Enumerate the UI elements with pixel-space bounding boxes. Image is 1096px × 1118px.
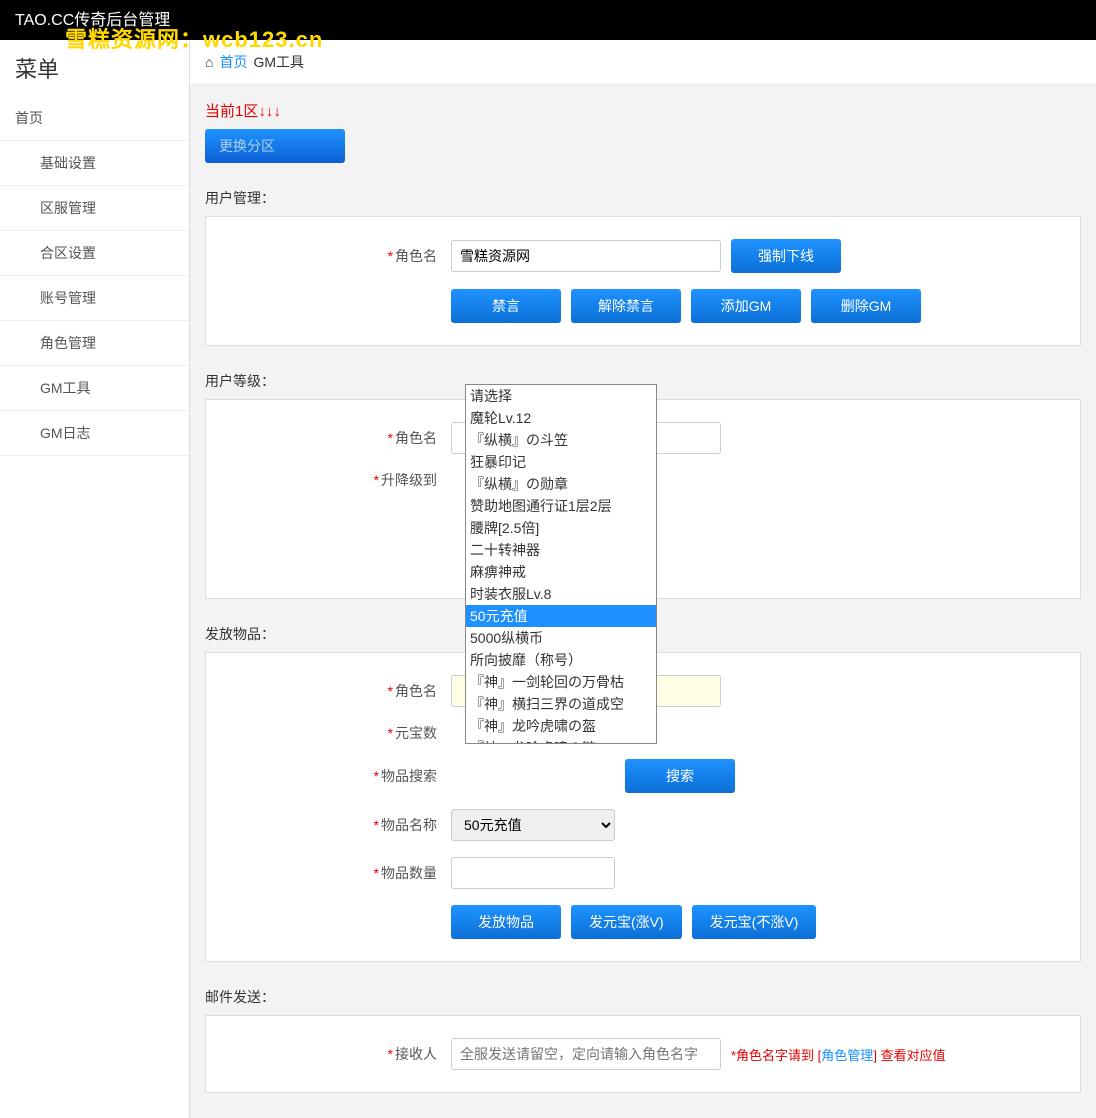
dropdown-option[interactable]: 『神』龙吟虎啸の盔 <box>466 715 656 737</box>
user-mgmt-title: 用户管理： <box>205 188 1081 208</box>
dropdown-option[interactable]: 50元充值 <box>466 605 656 627</box>
dropdown-option[interactable]: 『神』横扫三界の道成空 <box>466 693 656 715</box>
dropdown-option[interactable]: 魔轮Lv.12 <box>466 407 656 429</box>
yuanbao-label: 元宝数 <box>395 725 437 741</box>
main-content: ⌂ 首页 GM工具 当前1区↓↓↓ 更换分区 用户管理： *角色名 强制下线 <box>190 40 1096 1118</box>
role-label: 角色名 <box>395 248 437 264</box>
item-dropdown-list[interactable]: 请选择魔轮Lv.12『纵横』の斗笠狂暴印记『纵横』の勋章赞助地图通行证1层2层腰… <box>465 384 657 744</box>
dropdown-option[interactable]: 赞助地图通行证1层2层 <box>466 495 656 517</box>
del-gm-button[interactable]: 删除GM <box>811 289 921 323</box>
sidebar-menu: 首页基础设置区服管理合区设置账号管理角色管理GM工具GM日志 <box>0 96 189 456</box>
user-mgmt-panel: *角色名 强制下线 禁言 解除禁言 添加GM 删除GM <box>205 216 1081 346</box>
dropdown-option[interactable]: 『神』一剑轮回の万骨枯 <box>466 671 656 693</box>
home-icon: ⌂ <box>205 54 213 70</box>
dropdown-option[interactable]: 时装衣服Lv.8 <box>466 583 656 605</box>
sidebar: 菜单 首页基础设置区服管理合区设置账号管理角色管理GM工具GM日志 <box>0 40 190 1118</box>
role-mgmt-link[interactable]: 角色管理 <box>821 1048 873 1063</box>
sidebar-item[interactable]: 账号管理 <box>0 276 189 321</box>
item-name-label: 物品名称 <box>381 817 437 833</box>
recipient-hint: *角色名字请到 [角色管理] 查看对应值 <box>731 1045 946 1064</box>
dropdown-option[interactable]: 『纵横』の勋章 <box>466 473 656 495</box>
send-role-label: 角色名 <box>395 683 437 699</box>
change-zone-button[interactable]: 更换分区 <box>205 129 345 163</box>
dropdown-option[interactable]: 请选择 <box>466 385 656 407</box>
role-name-input[interactable] <box>451 240 721 272</box>
mail-panel: *接收人 *角色名字请到 [角色管理] 查看对应值 <box>205 1015 1081 1093</box>
item-search-label: 物品搜索 <box>381 768 437 784</box>
dropdown-option[interactable]: 腰牌[2.5倍] <box>466 517 656 539</box>
breadcrumb: ⌂ 首页 GM工具 <box>190 40 1096 85</box>
zone-notice: 当前1区↓↓↓ <box>205 100 1081 121</box>
recipient-label: 接收人 <box>395 1046 437 1062</box>
sidebar-item[interactable]: GM工具 <box>0 366 189 411</box>
send-yuanbao-v-button[interactable]: 发元宝(涨V) <box>571 905 682 939</box>
role-label-2: 角色名 <box>395 430 437 446</box>
send-yuanbao-nov-button[interactable]: 发元宝(不涨V) <box>692 905 817 939</box>
item-qty-label: 物品数量 <box>381 865 437 881</box>
item-qty-input[interactable] <box>451 857 615 889</box>
watermark: 雪糕资源网：wcb123.cn <box>65 22 323 54</box>
dropdown-option[interactable]: 5000纵横币 <box>466 627 656 649</box>
dropdown-option[interactable]: 『神』龙吟虎啸の链 <box>466 737 656 744</box>
sidebar-item[interactable]: 角色管理 <box>0 321 189 366</box>
dropdown-option[interactable]: 二十转神器 <box>466 539 656 561</box>
item-name-select[interactable]: 50元充值 <box>451 809 615 841</box>
search-button[interactable]: 搜索 <box>625 759 735 793</box>
dropdown-option[interactable]: 狂暴印记 <box>466 451 656 473</box>
dropdown-option[interactable]: 『纵横』の斗笠 <box>466 429 656 451</box>
unban-button[interactable]: 解除禁言 <box>571 289 681 323</box>
breadcrumb-current: GM工具 <box>253 52 304 72</box>
breadcrumb-home[interactable]: 首页 <box>219 52 247 72</box>
dropdown-option[interactable]: 所向披靡（称号） <box>466 649 656 671</box>
level-to-label: 升降级到 <box>381 472 437 488</box>
mail-title: 邮件发送： <box>205 987 1081 1007</box>
ban-button[interactable]: 禁言 <box>451 289 561 323</box>
sidebar-item[interactable]: 合区设置 <box>0 231 189 276</box>
add-gm-button[interactable]: 添加GM <box>691 289 801 323</box>
dropdown-option[interactable]: 麻痹神戒 <box>466 561 656 583</box>
sidebar-item[interactable]: 首页 <box>0 96 189 141</box>
force-offline-button[interactable]: 强制下线 <box>731 239 841 273</box>
recipient-input[interactable] <box>451 1038 721 1070</box>
send-item-button[interactable]: 发放物品 <box>451 905 561 939</box>
sidebar-item[interactable]: 区服管理 <box>0 186 189 231</box>
sidebar-item[interactable]: GM日志 <box>0 411 189 456</box>
sidebar-item[interactable]: 基础设置 <box>0 141 189 186</box>
user-level-panel: *角色名 *升降级到 请选择魔轮Lv.12『纵横』の斗笠狂暴印记『纵横』の勋章赞… <box>205 399 1081 599</box>
